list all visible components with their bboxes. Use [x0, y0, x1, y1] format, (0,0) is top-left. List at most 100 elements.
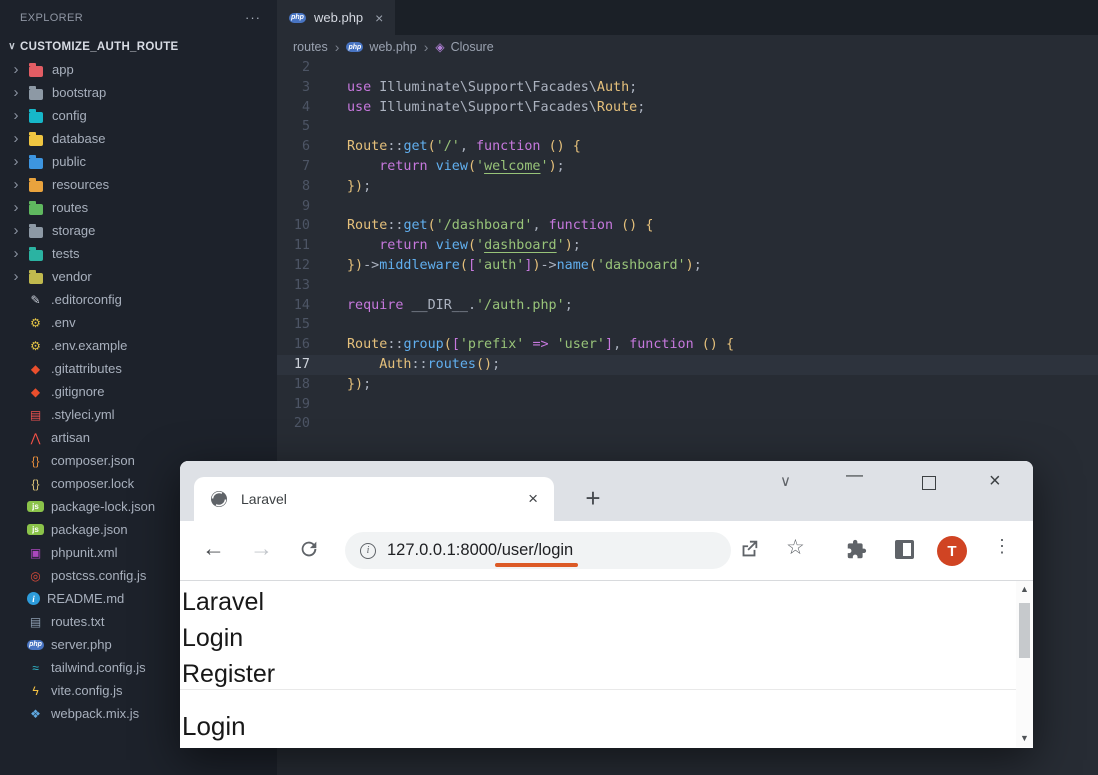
- code-line-5[interactable]: 5: [277, 117, 1098, 137]
- browser-menu-kebab-icon[interactable]: ⋮: [993, 536, 1011, 557]
- explorer-item[interactable]: › storage: [0, 219, 277, 242]
- code-line-20[interactable]: 20: [277, 414, 1098, 434]
- line-number: 16: [277, 335, 310, 355]
- page-link[interactable]: Login: [182, 620, 1033, 656]
- folder-chevron-icon: ›: [8, 155, 24, 169]
- explorer-item[interactable]: › routes: [0, 196, 277, 219]
- code-text: });: [310, 375, 371, 395]
- back-button[interactable]: ←: [202, 535, 225, 562]
- line-number: 11: [277, 236, 310, 256]
- explorer-item[interactable]: › bootstrap: [0, 81, 277, 104]
- explorer-title: EXPLORER: [20, 12, 83, 24]
- explorer-item[interactable]: › app: [0, 58, 277, 81]
- file-type-icon: ≈: [27, 660, 44, 676]
- url-host: 127.0.0.1:8000: [387, 541, 497, 559]
- explorer-item[interactable]: ⚙ .env.example: [0, 334, 277, 357]
- forward-button[interactable]: →: [250, 535, 273, 562]
- folder-chevron-icon: ›: [8, 132, 24, 146]
- close-window-button[interactable]: ×: [989, 470, 1001, 493]
- explorer-item[interactable]: ⚙ .env: [0, 311, 277, 334]
- line-number: 17: [277, 355, 310, 375]
- code-line-9[interactable]: 9: [277, 197, 1098, 217]
- editor-tab-bar: php web.php ×: [277, 0, 1098, 35]
- explorer-item[interactable]: ▤ .styleci.yml: [0, 403, 277, 426]
- code-line-7[interactable]: 7 return view('welcome');: [277, 157, 1098, 177]
- file-type-icon: {}: [27, 476, 44, 492]
- code-line-15[interactable]: 15: [277, 315, 1098, 335]
- code-line-3[interactable]: 3use Illuminate\Support\Facades\Auth;: [277, 78, 1098, 98]
- site-info-icon[interactable]: i: [360, 543, 376, 559]
- maximize-button[interactable]: [922, 476, 936, 490]
- explorer-item[interactable]: ✎ .editorconfig: [0, 288, 277, 311]
- explorer-item[interactable]: › vendor: [0, 265, 277, 288]
- explorer-item[interactable]: › resources: [0, 173, 277, 196]
- explorer-item[interactable]: ◆ .gitattributes: [0, 357, 277, 380]
- explorer-item[interactable]: › tests: [0, 242, 277, 265]
- breadcrumb-separator: ›: [335, 39, 340, 55]
- code-line-12[interactable]: 12})->middleware(['auth'])->name('dashbo…: [277, 256, 1098, 276]
- code-line-11[interactable]: 11 return view('dashboard');: [277, 236, 1098, 256]
- folder-chevron-icon: ›: [8, 247, 24, 261]
- code-text: Route::get('/dashboard', function () {: [310, 216, 653, 236]
- new-tab-button[interactable]: +: [578, 483, 608, 514]
- url-text[interactable]: 127.0.0.1:8000/user/login: [387, 541, 573, 560]
- code-line-10[interactable]: 10Route::get('/dashboard', function () {: [277, 216, 1098, 236]
- code-text: [310, 276, 347, 296]
- explorer-item[interactable]: ◆ .gitignore: [0, 380, 277, 403]
- scrollbar-thumb[interactable]: [1019, 603, 1030, 658]
- code-line-14[interactable]: 14require __DIR__.'/auth.php';: [277, 296, 1098, 316]
- explorer-item[interactable]: › config: [0, 104, 277, 127]
- code-line-13[interactable]: 13: [277, 276, 1098, 296]
- page-link[interactable]: Register: [182, 656, 1033, 692]
- bookmark-star-icon[interactable]: ☆: [786, 535, 805, 560]
- explorer-item-label: README.md: [47, 591, 124, 606]
- code-text: [310, 58, 347, 78]
- code-line-19[interactable]: 19: [277, 395, 1098, 415]
- minimize-button[interactable]: —: [846, 465, 863, 485]
- reload-button[interactable]: [298, 538, 320, 565]
- browser-tab-laravel[interactable]: Laravel ×: [194, 477, 554, 521]
- file-type-icon: [29, 273, 43, 284]
- project-name: CUSTOMIZE_AUTH_ROUTE: [20, 41, 179, 53]
- code-text: [310, 315, 347, 335]
- file-type-icon: ◎: [27, 568, 44, 584]
- code-line-17[interactable]: 17 Auth::routes();: [277, 355, 1098, 375]
- share-icon[interactable]: [738, 538, 760, 565]
- explorer-item-label: package-lock.json: [51, 499, 155, 514]
- code-line-6[interactable]: 6Route::get('/', function () {: [277, 137, 1098, 157]
- breadcrumb-symbol[interactable]: ◈ Closure: [435, 40, 493, 54]
- page-link[interactable]: Laravel: [182, 584, 1033, 620]
- code-line-8[interactable]: 8});: [277, 177, 1098, 197]
- window-menu-chevron-icon[interactable]: ∨: [780, 472, 791, 490]
- side-panel-icon[interactable]: [894, 539, 915, 565]
- breadcrumb-routes[interactable]: routes: [293, 40, 328, 54]
- explorer-item[interactable]: › public: [0, 150, 277, 173]
- line-number: 3: [277, 78, 310, 98]
- explorer-item[interactable]: ⋀ artisan: [0, 426, 277, 449]
- scroll-up-icon[interactable]: ▲: [1016, 584, 1033, 594]
- code-line-18[interactable]: 18});: [277, 375, 1098, 395]
- explorer-item[interactable]: › database: [0, 127, 277, 150]
- line-number: 2: [277, 58, 310, 78]
- browser-page-content: Laravel Login Register Login ▲ ▼: [180, 581, 1033, 747]
- page-scrollbar[interactable]: ▲ ▼: [1016, 581, 1033, 747]
- file-type-icon: ✎: [27, 292, 44, 308]
- extensions-puzzle-icon[interactable]: [846, 539, 867, 565]
- tab-web-php[interactable]: php web.php ×: [277, 0, 395, 35]
- code-text: [310, 414, 347, 434]
- breadcrumb-file[interactable]: php web.php: [346, 40, 416, 54]
- profile-avatar[interactable]: T: [937, 536, 967, 566]
- line-number: 13: [277, 276, 310, 296]
- explorer-project-row[interactable]: ∨ CUSTOMIZE_AUTH_ROUTE: [0, 35, 277, 58]
- close-icon[interactable]: ×: [375, 10, 383, 26]
- code-line-4[interactable]: 4use Illuminate\Support\Facades\Route;: [277, 98, 1098, 118]
- file-type-icon: js: [27, 501, 44, 512]
- close-icon[interactable]: ×: [528, 489, 538, 509]
- line-number: 12: [277, 256, 310, 276]
- code-line-2[interactable]: 2: [277, 58, 1098, 78]
- explorer-more-actions-icon[interactable]: ···: [245, 10, 261, 25]
- code-text: })->middleware(['auth'])->name('dashboar…: [310, 256, 702, 276]
- scroll-down-icon[interactable]: ▼: [1016, 733, 1033, 743]
- code-line-16[interactable]: 16Route::group(['prefix' => 'user'], fun…: [277, 335, 1098, 355]
- address-bar[interactable]: i 127.0.0.1:8000/user/login: [345, 532, 731, 569]
